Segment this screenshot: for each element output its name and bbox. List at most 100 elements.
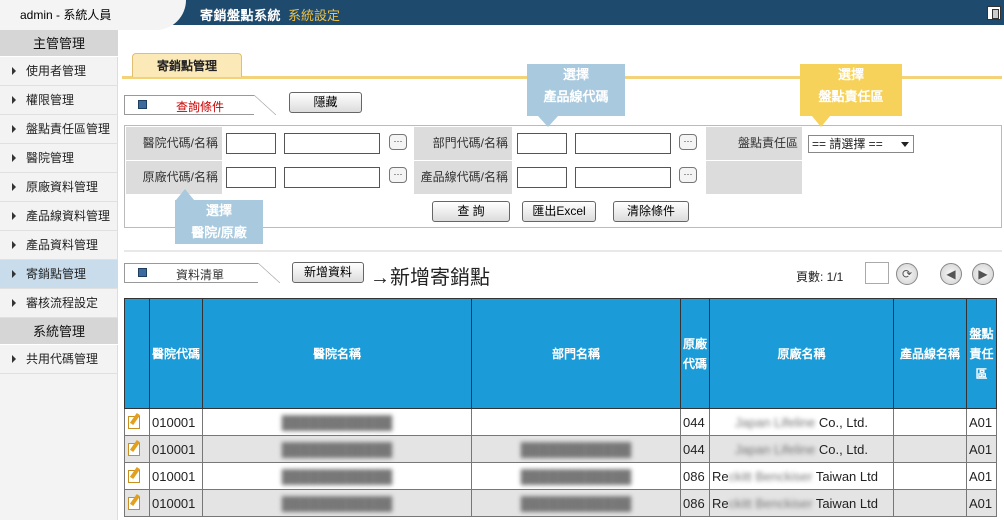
cell-hospital-name: ████████████ — [281, 468, 393, 484]
table-row[interactable]: 010001 ████████████ ████████████ 086 Rec… — [124, 489, 997, 517]
department-name-input[interactable] — [575, 133, 671, 154]
chevron-right-icon — [12, 299, 16, 307]
sidebar-item-label: 共用代碼管理 — [26, 352, 99, 366]
sidebar-item-permissions[interactable]: 權限管理 — [0, 86, 118, 115]
add-record-button[interactable]: 新增資料 — [292, 262, 364, 283]
exit-icon[interactable] — [987, 6, 1001, 20]
cell-vendor-name: Japan Lifeline Co., Ltd. — [709, 435, 894, 463]
sidebar-item-label: 使用者管理 — [26, 64, 87, 78]
product-line-code-input[interactable] — [517, 167, 567, 188]
sidebar-item-label: 醫院管理 — [26, 151, 75, 165]
sidebar-item-label: 寄銷點管理 — [26, 267, 87, 281]
cell-department: ████████████ — [520, 468, 632, 484]
refresh-icon[interactable]: ⟳ — [896, 263, 918, 285]
department-label: 部門代碼/名稱 — [414, 127, 512, 160]
edit-icon[interactable] — [127, 468, 141, 483]
sidebar-item-product-lines[interactable]: 產品線資料管理 — [0, 202, 118, 231]
edit-icon[interactable] — [127, 495, 141, 510]
page-input[interactable] — [865, 262, 889, 284]
sidebar-item-label: 盤點責任區管理 — [26, 122, 111, 136]
edit-icon[interactable] — [127, 414, 141, 429]
table-row[interactable]: 010001 ████████████ ████████████ 086 Rec… — [124, 462, 997, 490]
zone-label: 盤點責任區 — [706, 127, 802, 160]
cell-hospital-code: 010001 — [149, 435, 203, 463]
column-header-hospital-name: 醫院名稱 — [202, 298, 472, 409]
product-line-browse-button[interactable]: ··· — [679, 167, 697, 183]
vendor-browse-button[interactable]: ··· — [389, 167, 407, 183]
cell-vendor-code: 044 — [680, 435, 710, 463]
cell-hospital-code: 010001 — [149, 462, 203, 490]
sidebar-item-label: 權限管理 — [26, 93, 75, 107]
vendor-name-redacted: ckitt Benckiser — [728, 495, 816, 511]
cell-vendor-name: Reckitt Benckiser Taiwan Ltd — [709, 489, 894, 517]
vendor-name-prefix: Re — [712, 468, 729, 484]
app-subtitle[interactable]: 系統設定 — [288, 5, 340, 24]
next-page-icon[interactable]: ▶ — [972, 263, 994, 285]
column-header-zone: 盤點責任區 — [966, 298, 997, 409]
sidebar-item-shared-codes[interactable]: 共用代碼管理 — [0, 345, 118, 374]
query-section-label[interactable]: 查詢條件 — [124, 95, 276, 115]
cell-vendor-code: 086 — [680, 462, 710, 490]
column-header-vendor-name: 原廠名稱 — [709, 298, 894, 409]
sidebar: 主管管理 使用者管理 權限管理 盤點責任區管理 醫院管理 原廠資料管理 產品線資… — [0, 30, 118, 520]
sidebar-item-products[interactable]: 產品資料管理 — [0, 231, 118, 260]
product-line-name-input[interactable] — [575, 167, 671, 188]
column-header-hospital-code: 醫院代碼 — [149, 298, 203, 409]
column-header-vendor-code: 原廠代碼 — [680, 298, 710, 409]
callout-text: 選擇 — [562, 67, 589, 82]
divider — [124, 250, 1002, 252]
cell-hospital-name: ████████████ — [281, 495, 393, 511]
table-row[interactable]: 010001 ████████████ 044 Japan Lifeline C… — [124, 408, 997, 436]
cell-product-line — [893, 435, 967, 463]
sidebar-item-consignment-points[interactable]: 寄銷點管理 — [0, 260, 118, 289]
column-header-product-line: 產品線名稱 — [893, 298, 967, 409]
hide-button[interactable]: 隱藏 — [289, 92, 362, 113]
zone-select[interactable]: == 請選擇 == — [808, 135, 914, 153]
empty-cell — [706, 161, 802, 194]
cell-department: ████████████ — [520, 495, 632, 511]
list-section-text: 資料清單 — [176, 268, 225, 282]
table-row[interactable]: 010001 ████████████ ████████████ 044 Jap… — [124, 435, 997, 463]
sidebar-item-label: 產品資料管理 — [26, 238, 99, 252]
sidebar-item-vendors[interactable]: 原廠資料管理 — [0, 173, 118, 202]
chevron-right-icon — [12, 67, 16, 75]
sidebar-item-hospitals[interactable]: 醫院管理 — [0, 144, 118, 173]
sidebar-item-approval-flow[interactable]: 審核流程設定 — [0, 289, 118, 318]
edit-icon[interactable] — [127, 441, 141, 456]
vendor-name-input[interactable] — [284, 167, 380, 188]
column-header-department: 部門名稱 — [471, 298, 681, 409]
sidebar-item-zones[interactable]: 盤點責任區管理 — [0, 115, 118, 144]
cell-department: ████████████ — [520, 441, 632, 457]
cell-zone: A01 — [966, 408, 997, 436]
prev-page-icon[interactable]: ◀ — [940, 263, 962, 285]
cell-hospital-name: ████████████ — [281, 414, 393, 430]
cell-product-line — [893, 462, 967, 490]
section-icon — [138, 268, 147, 277]
hospital-browse-button[interactable]: ··· — [389, 134, 407, 150]
search-button[interactable]: 查 詢 — [432, 201, 510, 222]
list-section-label[interactable]: 資料清單 — [124, 263, 280, 283]
tab-consignment-points[interactable]: 寄銷點管理 — [132, 53, 242, 77]
export-excel-button[interactable]: 匯出Excel — [522, 201, 596, 222]
cell-vendor-code: 086 — [680, 489, 710, 517]
chevron-right-icon — [12, 125, 16, 133]
hospital-code-input[interactable] — [226, 133, 276, 154]
department-code-input[interactable] — [517, 133, 567, 154]
user-label: admin - 系統人員 — [20, 8, 112, 22]
add-annotation: →新增寄銷點 — [370, 267, 490, 289]
hospital-label: 醫院代碼/名稱 — [126, 127, 222, 160]
sidebar-group-header: 主管管理 — [0, 30, 118, 57]
hospital-name-input[interactable] — [284, 133, 380, 154]
callout-text: 盤點責任區 — [818, 89, 884, 104]
sidebar-item-users[interactable]: 使用者管理 — [0, 57, 118, 86]
sidebar-item-label: 產品線資料管理 — [26, 209, 111, 223]
table-header-row: 醫院代碼 醫院名稱 部門名稱 原廠代碼 原廠名稱 產品線名稱 盤點責任區 — [124, 298, 997, 409]
vendor-name-visible: Taiwan Ltd — [815, 495, 878, 511]
department-browse-button[interactable]: ··· — [679, 134, 697, 150]
callout-text: 選擇 — [205, 203, 232, 218]
clear-filters-button[interactable]: 清除條件 — [613, 201, 689, 222]
callout-text: 醫院/原廠 — [191, 225, 247, 240]
cell-vendor-name: Reckitt Benckiser Taiwan Ltd — [709, 462, 894, 490]
vendor-code-input[interactable] — [226, 167, 276, 188]
vendor-name-visible: Co., Ltd. — [818, 441, 868, 457]
